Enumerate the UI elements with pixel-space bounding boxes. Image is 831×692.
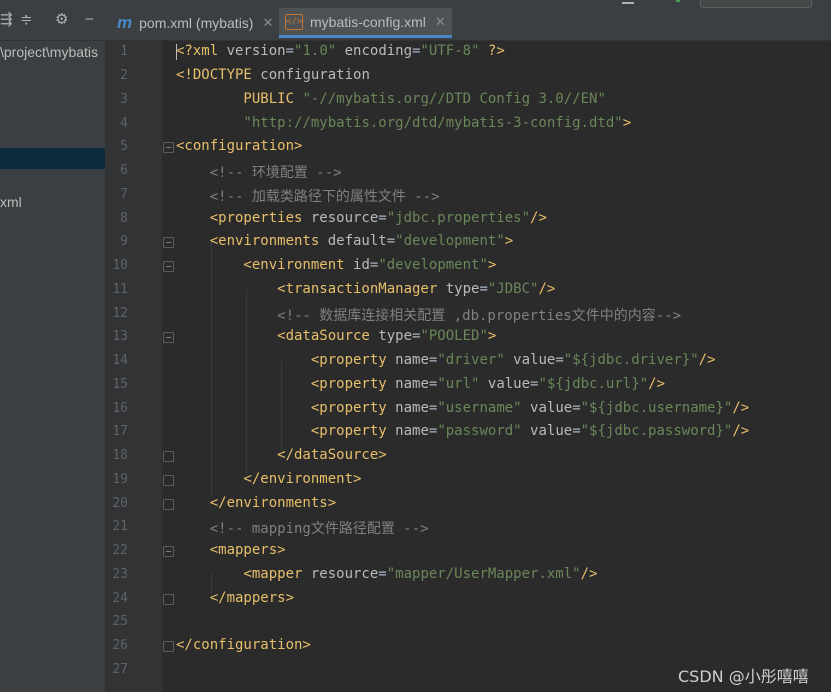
line-number[interactable]: 20 <box>106 496 128 511</box>
tab-mybatis-config[interactable]: </> mybatis-config.xml ✕ <box>279 8 452 38</box>
tree-item-xml[interactable]: xml <box>0 194 22 210</box>
code-line-2[interactable]: <!DOCTYPE configuration <box>176 67 370 83</box>
line-number[interactable]: 12 <box>106 306 128 321</box>
line-number[interactable]: 6 <box>106 163 128 178</box>
code-line-10[interactable]: <environment id="development"> <box>176 257 496 273</box>
code-line-15[interactable]: <property name="url" value="${jdbc.url}"… <box>176 376 665 392</box>
code-line-19[interactable]: </environment> <box>176 471 361 487</box>
code-line-22[interactable]: <mappers> <box>176 542 286 558</box>
code-line-24[interactable]: </mappers> <box>176 590 294 606</box>
code-line-16[interactable]: <property name="username" value="${jdbc.… <box>176 400 749 416</box>
text-caret <box>176 44 177 60</box>
line-number[interactable]: 25 <box>106 614 128 629</box>
code-line-7[interactable]: <!-- 加载类路径下的属性文件 --> <box>176 186 440 206</box>
hide-panel-icon[interactable]: − <box>85 12 94 27</box>
collapse-all-icon[interactable]: ⇶ <box>0 12 13 27</box>
fold-toggle-icon[interactable] <box>163 261 174 272</box>
line-number[interactable]: 21 <box>106 519 128 534</box>
line-number[interactable]: 16 <box>106 401 128 416</box>
close-icon[interactable]: ✕ <box>435 14 446 30</box>
line-number[interactable]: 2 <box>106 68 128 83</box>
search-box-fragment[interactable] <box>700 0 812 8</box>
line-number[interactable]: 26 <box>106 638 128 653</box>
fold-toggle-icon[interactable] <box>163 142 174 153</box>
close-icon[interactable]: ✕ <box>262 15 273 31</box>
tab-pom-xml[interactable]: m pom.xml (mybatis) ✕ <box>117 8 273 38</box>
watermark: CSDN @小彤嘻嘻 <box>678 667 809 686</box>
line-number[interactable]: 22 <box>106 543 128 558</box>
code-line-5[interactable]: <configuration> <box>176 138 302 154</box>
code-line-18[interactable]: </dataSource> <box>176 447 387 463</box>
gear-icon[interactable]: ⚙ <box>55 12 68 27</box>
line-number[interactable]: 18 <box>106 448 128 463</box>
fold-toggle-icon[interactable] <box>163 332 174 343</box>
code-line-11[interactable]: <transactionManager type="JDBC"/> <box>176 281 555 297</box>
line-number[interactable]: 9 <box>106 234 128 249</box>
line-number[interactable]: 24 <box>106 591 128 606</box>
code-line-23[interactable]: <mapper resource="mapper/UserMapper.xml"… <box>176 566 597 582</box>
code-line-3[interactable]: PUBLIC "-//mybatis.org//DTD Config 3.0//… <box>176 91 605 107</box>
xml-file-icon: </> <box>285 13 303 30</box>
expand-collapse-icon[interactable]: ≑ <box>20 12 33 27</box>
fold-toggle-icon[interactable] <box>163 237 174 248</box>
toolbar-fragment <box>622 0 634 4</box>
line-number[interactable]: 15 <box>106 377 128 392</box>
fold-toggle-icon[interactable] <box>163 546 174 557</box>
code-line-8[interactable]: <properties resource="jdbc.properties"/> <box>176 210 547 226</box>
code-line-20[interactable]: </environments> <box>176 495 336 511</box>
code-line-4[interactable]: "http://mybatis.org/dtd/mybatis-3-config… <box>176 115 631 131</box>
line-number[interactable]: 23 <box>106 567 128 582</box>
line-number[interactable]: 7 <box>106 187 128 202</box>
line-number[interactable]: 19 <box>106 472 128 487</box>
code-line-1[interactable]: <?xml version="1.0" encoding="UTF-8" ?> <box>176 43 505 59</box>
line-number[interactable]: 1 <box>106 44 128 59</box>
line-number[interactable]: 10 <box>106 258 128 273</box>
fold-end-icon[interactable] <box>163 641 174 652</box>
code-line-6[interactable]: <!-- 环境配置 --> <box>176 162 342 182</box>
code-line-26[interactable]: </configuration> <box>176 637 311 653</box>
fold-end-icon[interactable] <box>163 475 174 486</box>
line-number[interactable]: 3 <box>106 92 128 107</box>
code-line-21[interactable]: <!-- mapping文件路径配置 --> <box>176 518 429 538</box>
line-number[interactable]: 11 <box>106 282 128 297</box>
maven-m-icon: m <box>117 13 133 32</box>
line-number[interactable]: 4 <box>106 116 128 131</box>
code-line-14[interactable]: <property name="driver" value="${jdbc.dr… <box>176 352 716 368</box>
tab-label: pom.xml (mybatis) <box>139 15 254 31</box>
line-number[interactable]: 13 <box>106 329 128 344</box>
code-line-13[interactable]: <dataSource type="POOLED"> <box>176 328 496 344</box>
run-indicator-fragment <box>676 0 680 2</box>
code-line-9[interactable]: <environments default="development"> <box>176 233 513 249</box>
fold-end-icon[interactable] <box>163 499 174 510</box>
code-line-17[interactable]: <property name="password" value="${jdbc.… <box>176 423 749 439</box>
project-path[interactable]: \project\mybatis <box>0 44 98 60</box>
selected-tree-row[interactable] <box>0 148 105 169</box>
line-number[interactable]: 27 <box>106 662 128 677</box>
editor-tab-bar: ⇶ ≑ ⚙ − m pom.xml (mybatis) ✕ </> mybati… <box>0 0 831 41</box>
line-number[interactable]: 5 <box>106 139 128 154</box>
project-panel: \project\mybatis xml <box>0 41 106 692</box>
fold-end-icon[interactable] <box>163 594 174 605</box>
code-line-12[interactable]: <!-- 数据库连接相关配置 ,db.properties文件中的内容--> <box>176 305 681 325</box>
line-number[interactable]: 14 <box>106 353 128 368</box>
line-number[interactable]: 8 <box>106 211 128 226</box>
fold-end-icon[interactable] <box>163 451 174 462</box>
tab-label: mybatis-config.xml <box>310 13 426 30</box>
line-number[interactable]: 17 <box>106 424 128 439</box>
